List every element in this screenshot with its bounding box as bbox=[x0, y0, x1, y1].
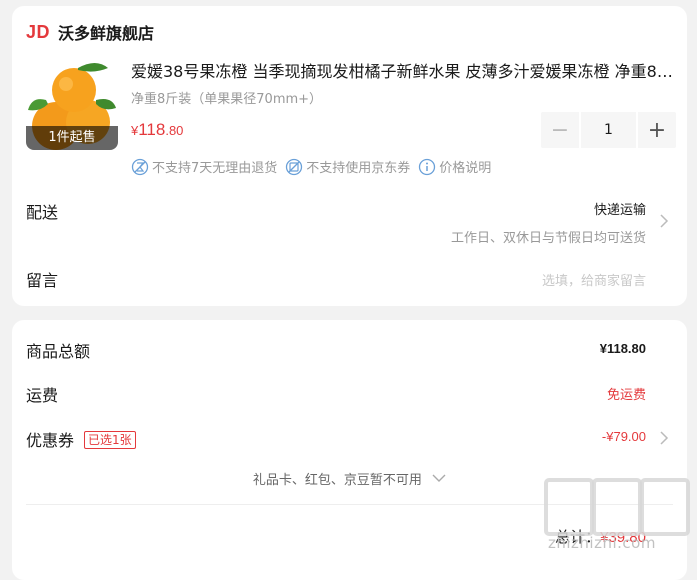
total-value: ¥39.80 bbox=[600, 529, 646, 546]
coupon-selected-badge: 已选1张 bbox=[84, 431, 136, 449]
price-integer: 118 bbox=[138, 120, 166, 139]
no-coupon-icon bbox=[286, 158, 303, 175]
shop-name[interactable]: 沃多鲜旗舰店 bbox=[58, 20, 154, 44]
price-decimal: .80 bbox=[165, 123, 184, 138]
jd-logo: JD bbox=[26, 21, 51, 42]
chevron-down-icon bbox=[432, 474, 446, 482]
coupon-label: 优惠券 bbox=[26, 431, 75, 450]
notice-text: 不支持使用京东券 bbox=[306, 161, 411, 176]
decrease-quantity-button[interactable]: − bbox=[541, 112, 579, 148]
shop-header[interactable]: JD 沃多鲜旗舰店 bbox=[26, 20, 154, 44]
shipping-label: 运费 bbox=[26, 386, 59, 405]
total-label: 总计： bbox=[555, 528, 601, 546]
no-return-icon bbox=[131, 158, 149, 175]
order-total: 总计：¥39.80 bbox=[555, 526, 646, 547]
coupon-row[interactable]: 优惠券 已选1张 bbox=[26, 427, 136, 451]
divider bbox=[26, 504, 673, 505]
notice-text: 不支持7天无理由退货 bbox=[152, 161, 278, 176]
quantity-value[interactable]: 1 bbox=[581, 112, 636, 148]
coupon-value[interactable]: -¥79.00 bbox=[602, 429, 646, 444]
notice-no-coupon: 不支持使用京东券 bbox=[285, 157, 410, 176]
chevron-right-icon[interactable] bbox=[659, 213, 669, 229]
notice-price-info[interactable]: 价格说明 bbox=[418, 157, 491, 176]
notice-no-return: 不支持7天无理由退货 bbox=[131, 157, 277, 176]
info-icon bbox=[419, 158, 436, 175]
quantity-stepper: − 1 + bbox=[541, 112, 676, 148]
increase-quantity-button[interactable]: + bbox=[638, 112, 676, 148]
memo-input[interactable]: 选填，给商家留言 bbox=[542, 270, 646, 289]
notice-text: 价格说明 bbox=[439, 161, 492, 176]
shipping-value: 免运费 bbox=[606, 387, 646, 402]
service-notices: 不支持7天无理由退货 不支持使用京东券 价格说明 bbox=[131, 157, 499, 176]
price-summary-card: 商品总额 ¥118.80 运费 免运费 优惠券 已选1张 -¥79.00 礼品卡、… bbox=[12, 320, 687, 580]
memo-label: 留言 bbox=[26, 271, 59, 290]
product-price: ¥118.80 bbox=[131, 120, 183, 140]
unavailable-payment-toggle[interactable]: 礼品卡、红包、京豆暂不可用 bbox=[12, 469, 687, 488]
delivery-method[interactable]: 快递运输 bbox=[594, 199, 646, 218]
delivery-label: 配送 bbox=[26, 203, 59, 222]
min-order-badge: 1件起售 bbox=[26, 126, 118, 150]
product-spec: 净重8斤装（单果果径70mm+） bbox=[131, 92, 323, 107]
unavailable-text: 礼品卡、红包、京豆暂不可用 bbox=[252, 473, 422, 488]
order-item-card: JD 沃多鲜旗舰店 1件起售 爱媛38号果冻橙 当季现摘现发柑橘子新鲜水果 皮薄… bbox=[12, 6, 687, 306]
goods-total-label: 商品总额 bbox=[26, 342, 91, 361]
product-image[interactable]: 1件起售 bbox=[26, 56, 118, 150]
delivery-detail[interactable]: 工作日、双休日与节假日均可送货 bbox=[451, 227, 646, 246]
chevron-right-icon[interactable] bbox=[659, 430, 669, 446]
product-title[interactable]: 爱媛38号果冻橙 当季现摘现发柑橘子新鲜水果 皮薄多汁爱媛果冻橙 净重8斤装 bbox=[131, 58, 677, 82]
goods-total-value: ¥118.80 bbox=[599, 341, 646, 356]
